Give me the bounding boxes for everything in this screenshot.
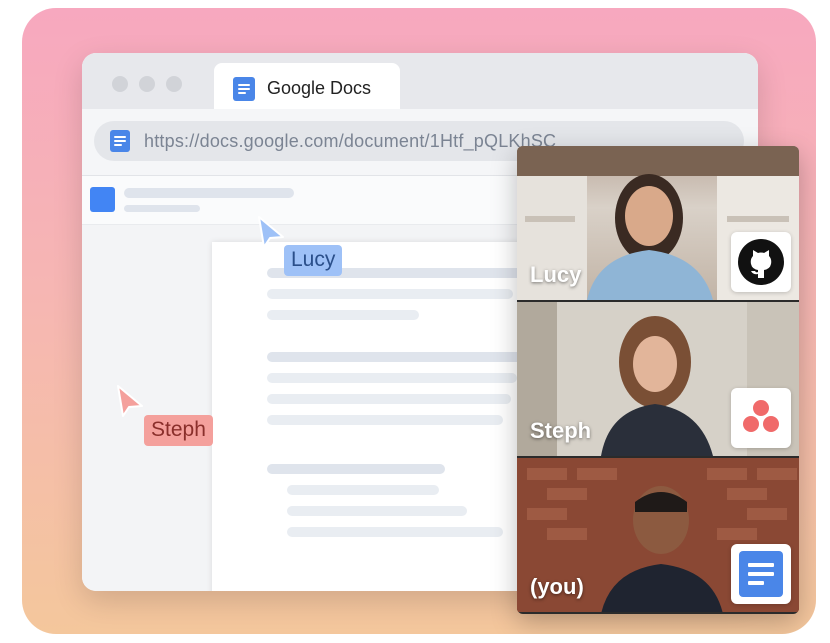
video-tile-steph[interactable]: Steph xyxy=(517,302,799,456)
asana-icon xyxy=(731,388,791,448)
github-icon xyxy=(731,232,791,292)
cursor-pointer-icon xyxy=(258,216,284,248)
text-line-placeholder xyxy=(267,373,517,383)
video-tile-you[interactable]: (you) xyxy=(517,458,799,612)
video-call-panel: Lucy Steph (you) xyxy=(517,146,799,614)
text-line-placeholder xyxy=(287,506,467,516)
background-card: Google Docs https://docs.google.com/docu… xyxy=(22,8,816,634)
text-line-placeholder xyxy=(267,394,511,404)
doc-title-placeholder xyxy=(124,188,294,198)
browser-titlebar: Google Docs xyxy=(82,53,758,109)
text-line-placeholder xyxy=(267,464,445,474)
google-docs-icon xyxy=(233,77,255,101)
participant-name-you: (you) xyxy=(530,574,584,599)
window-minimize-dot[interactable] xyxy=(139,76,155,92)
cursor-pointer-icon xyxy=(117,385,143,417)
participant-name-lucy: Lucy xyxy=(530,262,582,287)
video-tile-lucy[interactable]: Lucy xyxy=(517,146,799,300)
tab-label: Google Docs xyxy=(267,78,372,98)
doc-menu-placeholder xyxy=(124,205,200,212)
text-line-placeholder xyxy=(267,352,523,362)
cursor-label-steph: Steph xyxy=(144,415,213,446)
window-close-dot[interactable] xyxy=(112,76,128,92)
participant-name-steph: Steph xyxy=(530,418,592,443)
text-line-placeholder xyxy=(267,289,513,299)
text-line-placeholder xyxy=(267,415,503,425)
text-line-placeholder xyxy=(287,485,439,495)
docs-logo-icon[interactable] xyxy=(90,187,115,212)
url-text: https://docs.google.com/document/1Htf_pQ… xyxy=(144,131,557,151)
text-line-placeholder xyxy=(267,310,419,320)
cursor-label-lucy: Lucy xyxy=(284,245,343,276)
browser-tab[interactable]: Google Docs xyxy=(214,63,400,109)
window-maximize-dot[interactable] xyxy=(166,76,182,92)
google-docs-icon xyxy=(110,130,130,152)
google-docs-icon xyxy=(731,544,791,604)
text-line-placeholder xyxy=(287,527,503,537)
